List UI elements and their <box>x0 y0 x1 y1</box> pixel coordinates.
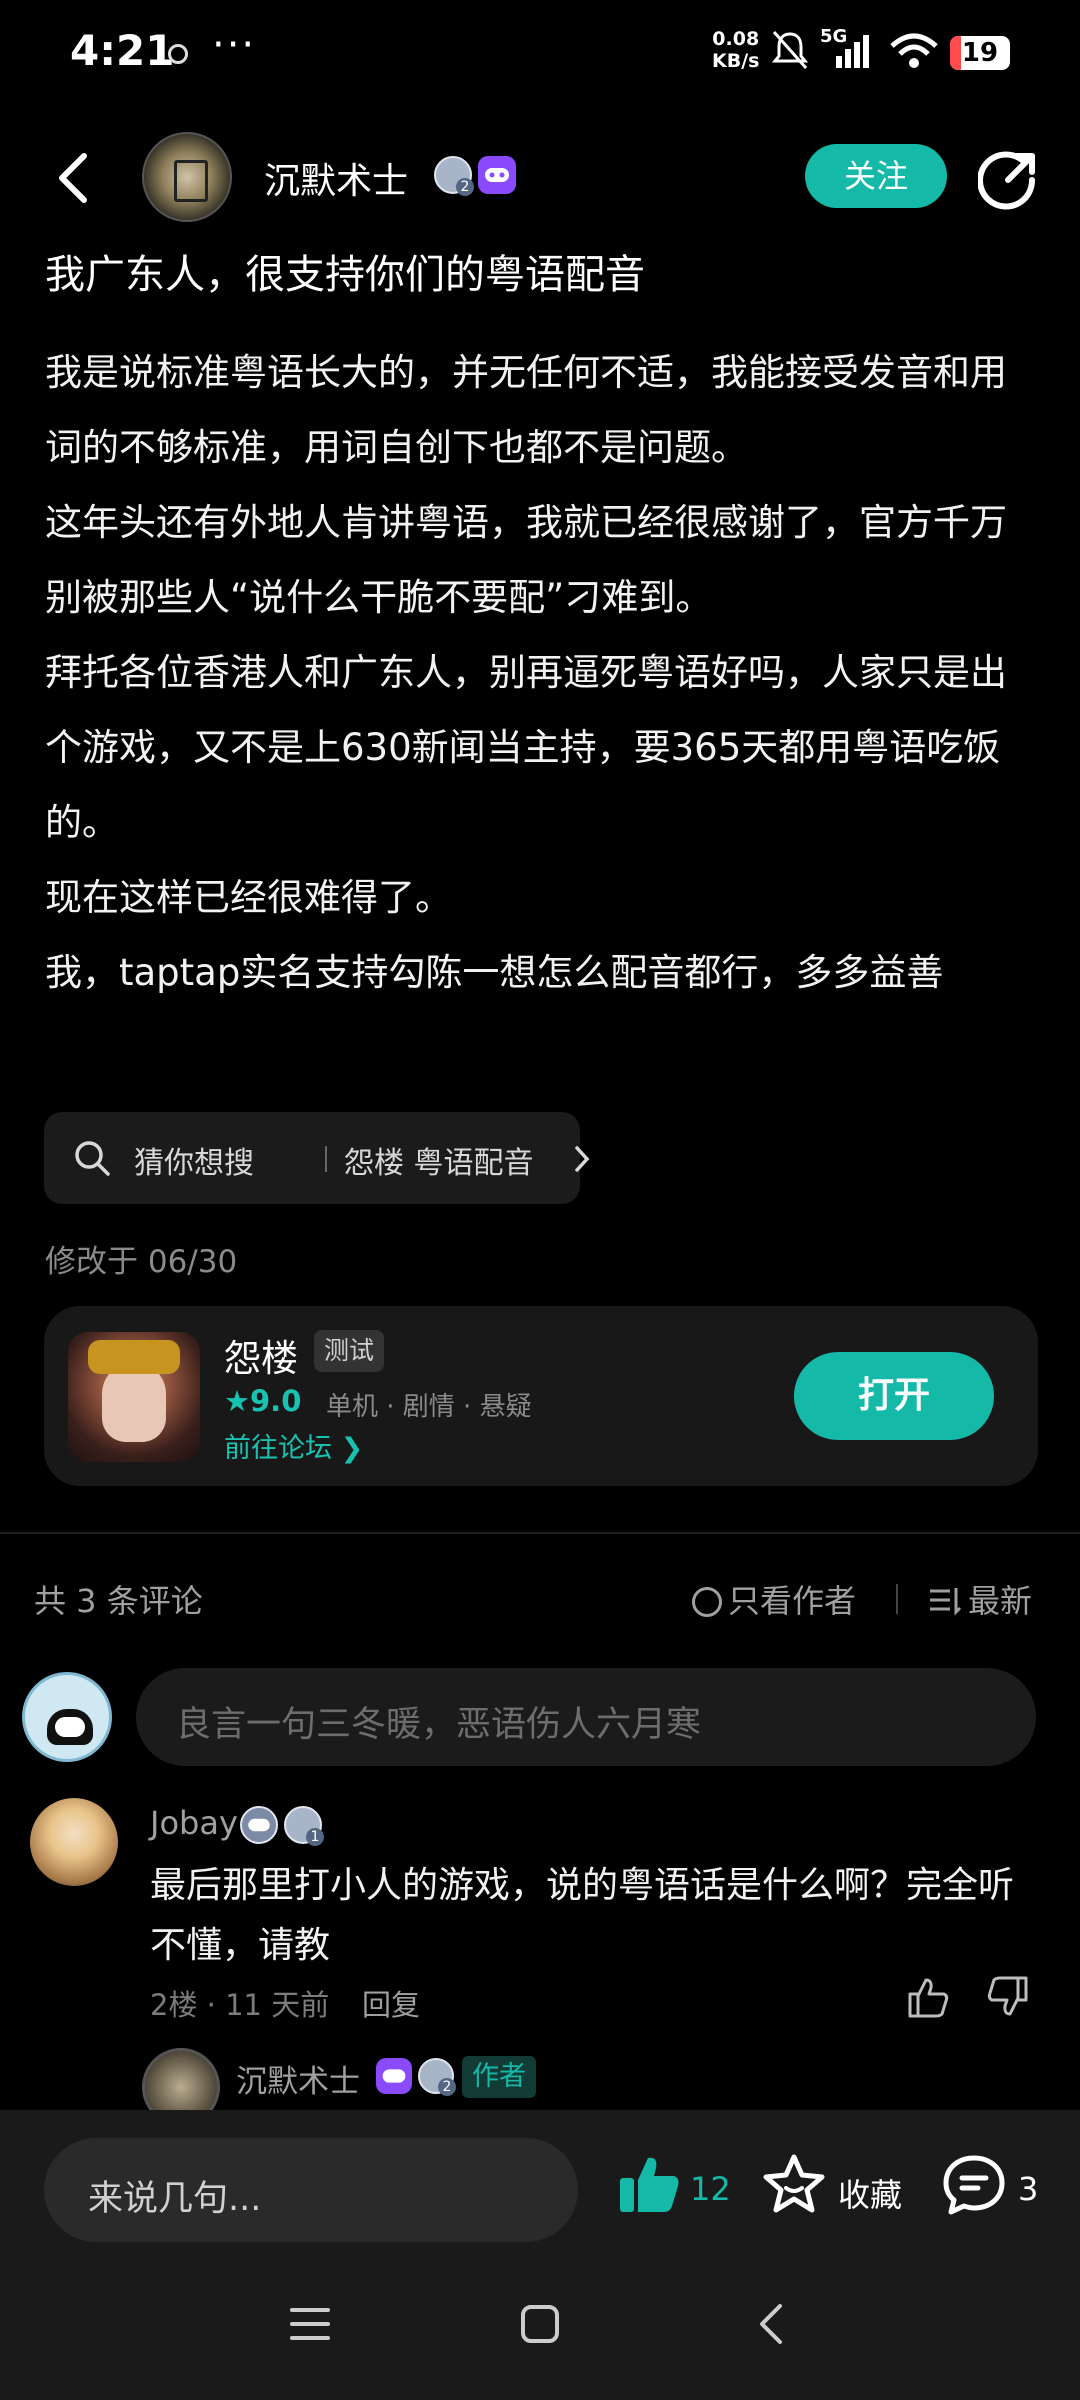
my-avatar[interactable] <box>22 1672 112 1762</box>
say-something-placeholder: 来说几句... <box>88 2179 262 2219</box>
level-badge-icon: 1 <box>284 1806 324 1846</box>
reply-author-name[interactable]: 沉默术士 <box>236 2056 360 2101</box>
post-paragraph: 拜托各位香港人和广东人，别再逼死粤语好吗，人家只是出个游戏，又不是上630新闻当… <box>45 651 1007 844</box>
post-title: 我广东人，很支持你们的粤语配音 <box>45 252 645 298</box>
author-avatar[interactable] <box>142 132 232 222</box>
battery-indicator: 19 <box>950 36 1010 70</box>
favorite-label[interactable]: 收藏 <box>838 2170 902 2216</box>
post-paragraph: 我，taptap实名支持勾陈一想怎么配音都行，多多益善 <box>45 951 944 994</box>
comment-icon[interactable] <box>942 2154 1006 2216</box>
comment-count-bottom[interactable]: 3 <box>1018 2170 1038 2208</box>
net-speed: 0.08 KB/s <box>712 28 759 72</box>
level-badge-icon: 2 <box>418 2058 456 2096</box>
status-bar: 4:21 ··· 0.08 KB/s 5G 19 <box>0 0 1080 110</box>
post-paragraph: 这年头还有外地人肯讲粤语，我就已经很感谢了，官方千万别被那些人“说什么干脆不要配… <box>45 501 1007 619</box>
section-divider <box>0 1532 1080 1534</box>
bottom-action-bar: 来说几句... 12 收藏 3 <box>0 2110 1080 2260</box>
level-number: 1 <box>306 1828 324 1846</box>
suggested-search-chip[interactable]: 猜你想搜 怨楼 粤语配音 <box>44 1112 590 1204</box>
battery-level: 19 <box>961 38 999 68</box>
star-icon[interactable] <box>762 2152 826 2216</box>
reply-button[interactable]: 回复 <box>362 1982 420 2024</box>
only-author-label: 只看作者 <box>728 1582 857 1620</box>
commenter-name[interactable]: Jobay <box>150 1804 238 1842</box>
game-cover-image[interactable] <box>68 1332 200 1462</box>
game-rating: ★9.0 <box>224 1384 302 1418</box>
post-header: 沉默术士 2 关注 <box>0 120 1080 230</box>
camera-indicator-icon <box>168 44 188 64</box>
back-icon[interactable] <box>50 150 96 206</box>
search-suggestion-term: 怨楼 粤语配音 <box>344 1146 534 1181</box>
go-to-forum-link[interactable]: 前往论坛 ❯ <box>224 1426 363 1465</box>
post-body: 我是说标准粤语长大的，并无任何不适，我能接受发音和用词的不够标准，用词自创下也都… <box>45 335 1035 1010</box>
comment-input[interactable]: 良言一句三冬暖，恶语伤人六月寒 <box>136 1668 1036 1766</box>
post-paragraph: 现在这样已经很难得了。 <box>45 876 452 919</box>
say-something-input[interactable]: 来说几句... <box>44 2138 578 2242</box>
commenter-avatar[interactable] <box>30 1798 118 1886</box>
thumb-up-icon[interactable] <box>904 1974 950 2020</box>
signal-icon <box>836 35 869 68</box>
comment-input-placeholder: 良言一句三冬暖，恶语伤人六月寒 <box>176 1705 702 1745</box>
nav-back-icon[interactable] <box>756 2302 786 2346</box>
level-badge-icon: 2 <box>434 156 474 196</box>
reply-preview: 沉默术士 2 作者 <box>0 2046 1080 2126</box>
header-divider <box>896 1584 898 1614</box>
search-icon <box>75 1141 110 1176</box>
game-name[interactable]: 怨楼 <box>224 1328 298 1382</box>
search-divider <box>325 1146 327 1172</box>
only-author-toggle[interactable]: 只看作者 <box>692 1576 856 1622</box>
author-name[interactable]: 沉默术士 <box>264 152 408 204</box>
comment-count: 共 3 条评论 <box>34 1582 203 1620</box>
status-time: 4:21 <box>70 26 175 75</box>
post-paragraph: 我是说标准粤语长大的，并无任何不适，我能接受发音和用词的不够标准，用词自创下也都… <box>45 351 1007 469</box>
search-suggestion-label: 猜你想搜 <box>134 1146 254 1181</box>
net-speed-value: 0.08 <box>712 28 760 50</box>
comments-header: 共 3 条评论 只看作者 最新 <box>0 1570 1080 1626</box>
game-card[interactable]: 怨楼 测试 ★9.0 单机 · 剧情 · 悬疑 前往论坛 ❯ 打开 <box>44 1306 1038 1486</box>
follow-button[interactable]: 关注 <box>805 144 947 208</box>
more-notifications-icon: ··· <box>212 22 257 68</box>
comment-meta: 2楼 · 11 天前 <box>150 1988 330 2022</box>
comment-text: 最后那里打小人的游戏，说的粤语话是什么啊？完全听不懂，请教 <box>150 1865 1015 1966</box>
game-controller-icon <box>478 156 516 194</box>
radio-icon <box>692 1587 722 1617</box>
author-tag: 作者 <box>462 2056 536 2098</box>
net-speed-unit: KB/s <box>712 50 760 72</box>
menu-icon[interactable] <box>288 2302 332 2346</box>
comment-item: Jobay 1 最后那里打小人的游戏，说的粤语话是什么啊？完全听不懂，请教 2楼… <box>0 1798 1080 2022</box>
open-game-button[interactable]: 打开 <box>794 1352 994 1440</box>
sort-label: 最新 <box>968 1582 1033 1620</box>
home-icon[interactable] <box>520 2304 560 2344</box>
mute-bell-icon <box>771 31 809 69</box>
chevron-right-icon <box>575 1146 590 1172</box>
game-controller-icon <box>376 2058 412 2094</box>
wifi-icon <box>890 33 938 68</box>
game-controller-icon <box>240 1806 278 1844</box>
thumb-up-icon[interactable] <box>616 2152 682 2216</box>
share-icon[interactable] <box>978 150 1038 210</box>
thumb-down-icon[interactable] <box>986 1974 1032 2020</box>
level-number: 2 <box>456 178 474 196</box>
sort-button[interactable]: 最新 <box>928 1576 1032 1622</box>
game-genres: 单机 · 剧情 · 悬疑 <box>326 1392 532 1422</box>
modified-date: 修改于 06/30 <box>45 1244 238 1280</box>
level-number: 2 <box>438 2078 456 2096</box>
like-count: 12 <box>690 2170 731 2208</box>
sort-icon <box>930 1588 962 1616</box>
game-status-tag: 测试 <box>314 1330 385 1372</box>
system-nav-bar <box>0 2260 1080 2400</box>
